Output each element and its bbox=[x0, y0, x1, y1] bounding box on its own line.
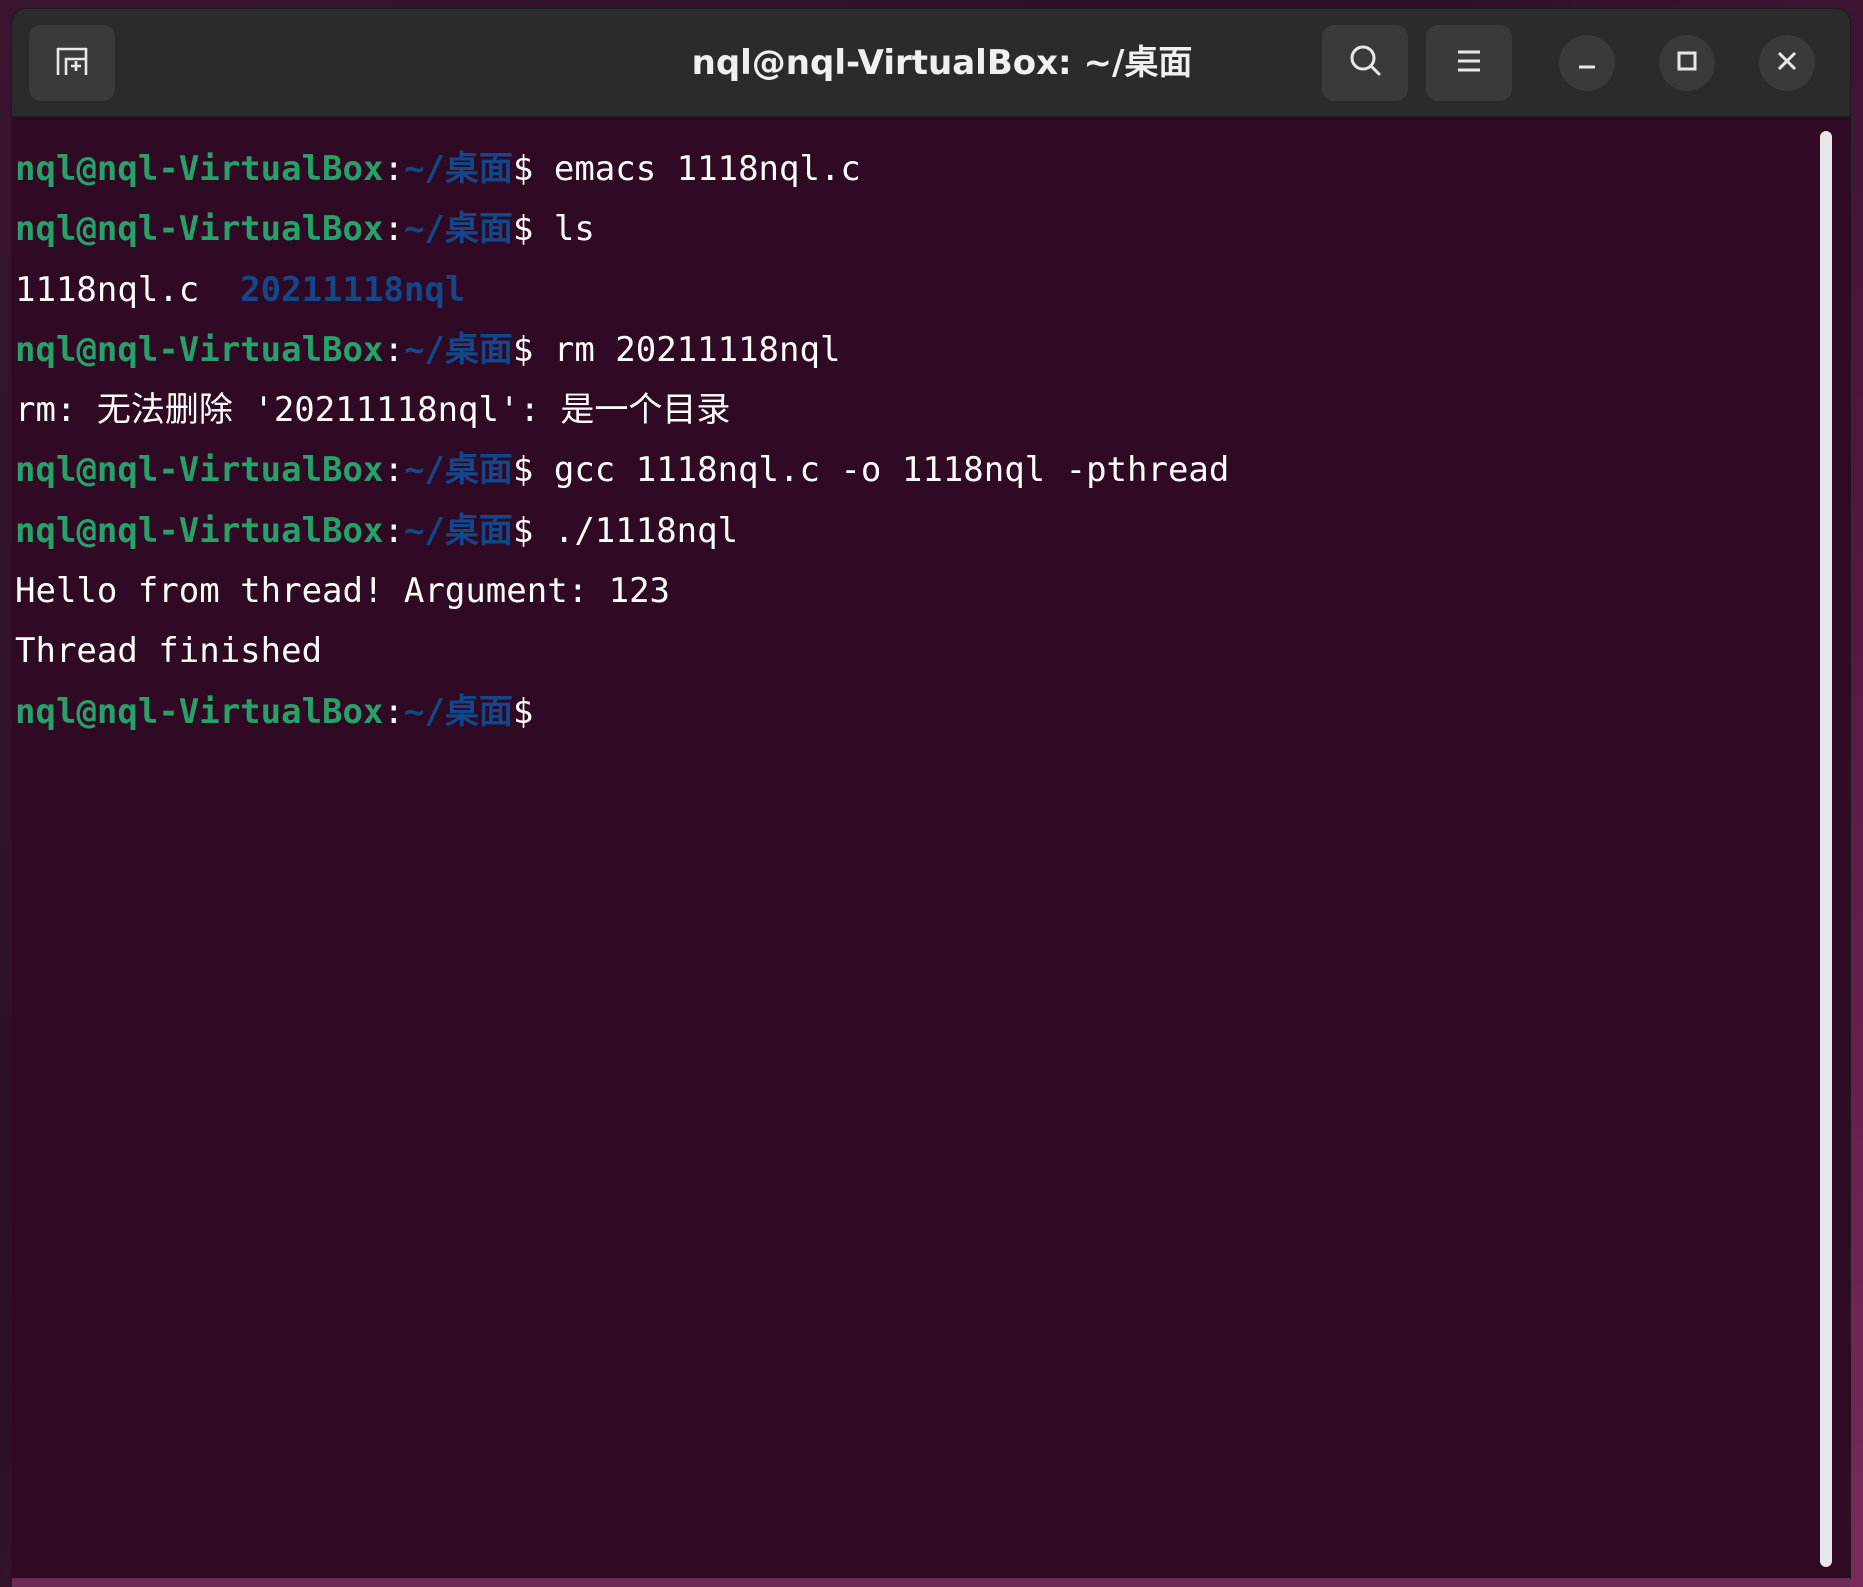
terminal-current-prompt[interactable]: nql@nql-VirtualBox:~/桌面$ bbox=[15, 682, 1822, 742]
new-tab-icon bbox=[52, 41, 92, 86]
terminal-line: 1118nql.c 20211118nql bbox=[15, 260, 1822, 320]
prompt-dollar: $ bbox=[512, 209, 534, 250]
headerbar: nql@nql-VirtualBox: ~/桌面 bbox=[12, 9, 1850, 117]
menu-button[interactable] bbox=[1426, 25, 1512, 101]
prompt-dollar: $ bbox=[512, 450, 534, 491]
prompt-user: nql@nql-VirtualBox bbox=[15, 329, 384, 370]
minimize-icon bbox=[1574, 48, 1600, 79]
vertical-scrollbar[interactable] bbox=[1820, 131, 1832, 1567]
prompt-user: nql@nql-VirtualBox bbox=[15, 149, 384, 189]
prompt-path: ~/桌面 bbox=[403, 149, 513, 189]
terminal-line: Thread finished bbox=[15, 621, 1822, 681]
prompt-path: ~/桌面 bbox=[403, 510, 513, 551]
maximize-button[interactable] bbox=[1659, 35, 1715, 91]
prompt-path: ~/桌面 bbox=[403, 209, 513, 250]
output-text: Thread finished bbox=[15, 631, 323, 672]
close-icon bbox=[1774, 48, 1800, 79]
command-text: emacs 1118nql.c bbox=[533, 149, 861, 189]
terminal-line: rm: 无法删除 '20211118nql': 是一个目录 bbox=[15, 380, 1822, 440]
prompt-colon: : bbox=[383, 510, 404, 551]
prompt-colon: : bbox=[383, 209, 404, 250]
terminal-line: nql@nql-VirtualBox:~/桌面$ ./1118nql bbox=[15, 501, 1822, 561]
search-button[interactable] bbox=[1322, 25, 1408, 101]
hamburger-menu-icon bbox=[1451, 43, 1487, 84]
prompt-colon: : bbox=[383, 149, 404, 189]
terminal-output[interactable]: nql@nql-VirtualBox:~/桌面$ emacs 1118nql.c… bbox=[12, 117, 1822, 1578]
prompt-colon: : bbox=[383, 691, 404, 732]
prompt-path: ~/桌面 bbox=[403, 329, 513, 370]
prompt-path: ~/桌面 bbox=[403, 691, 513, 732]
prompt-user: nql@nql-VirtualBox bbox=[15, 450, 384, 491]
prompt-dollar: $ bbox=[512, 510, 534, 551]
terminal-line: Hello from thread! Argument: 123 bbox=[15, 561, 1822, 621]
terminal-window: nql@nql-VirtualBox: ~/桌面 nql@nql-Virtual… bbox=[12, 9, 1850, 1578]
terminal-line: nql@nql-VirtualBox:~/桌面$ rm 20211118nql bbox=[15, 320, 1822, 380]
maximize-icon bbox=[1674, 48, 1700, 79]
terminal-line: nql@nql-VirtualBox:~/桌面$ ls bbox=[15, 199, 1822, 259]
command-text: ls bbox=[533, 209, 595, 250]
prompt-dollar: $ bbox=[512, 691, 534, 732]
command-text: ./1118nql bbox=[533, 510, 739, 551]
prompt-colon: : bbox=[383, 450, 404, 491]
prompt-dollar: $ bbox=[512, 149, 534, 189]
prompt-path: ~/桌面 bbox=[403, 450, 513, 491]
close-button[interactable] bbox=[1759, 35, 1815, 91]
ls-directory-entry: 20211118nql bbox=[240, 269, 466, 310]
minimize-button[interactable] bbox=[1559, 35, 1615, 91]
terminal-line: nql@nql-VirtualBox:~/桌面$ gcc 1118nql.c -… bbox=[15, 440, 1822, 500]
desktop-background-strip bbox=[12, 1578, 1850, 1587]
search-icon bbox=[1345, 41, 1385, 86]
prompt-user: nql@nql-VirtualBox bbox=[15, 209, 384, 250]
command-text: gcc 1118nql.c -o 1118nql -pthread bbox=[533, 450, 1230, 491]
output-text: rm: 无法删除 '20211118nql': 是一个目录 bbox=[15, 390, 731, 431]
prompt-colon: : bbox=[383, 329, 404, 370]
ls-file-entry: 1118nql.c bbox=[15, 269, 241, 310]
window-title: nql@nql-VirtualBox: ~/桌面 bbox=[691, 43, 1193, 83]
prompt-user: nql@nql-VirtualBox bbox=[15, 510, 384, 551]
new-tab-button[interactable] bbox=[29, 25, 115, 101]
output-text: Hello from thread! Argument: 123 bbox=[15, 571, 671, 612]
prompt-user: nql@nql-VirtualBox bbox=[15, 691, 384, 732]
command-text: rm 20211118nql bbox=[533, 329, 841, 370]
terminal-line: nql@nql-VirtualBox:~/桌面$ emacs 1118nql.c bbox=[15, 139, 1822, 199]
prompt-dollar: $ bbox=[512, 329, 534, 370]
